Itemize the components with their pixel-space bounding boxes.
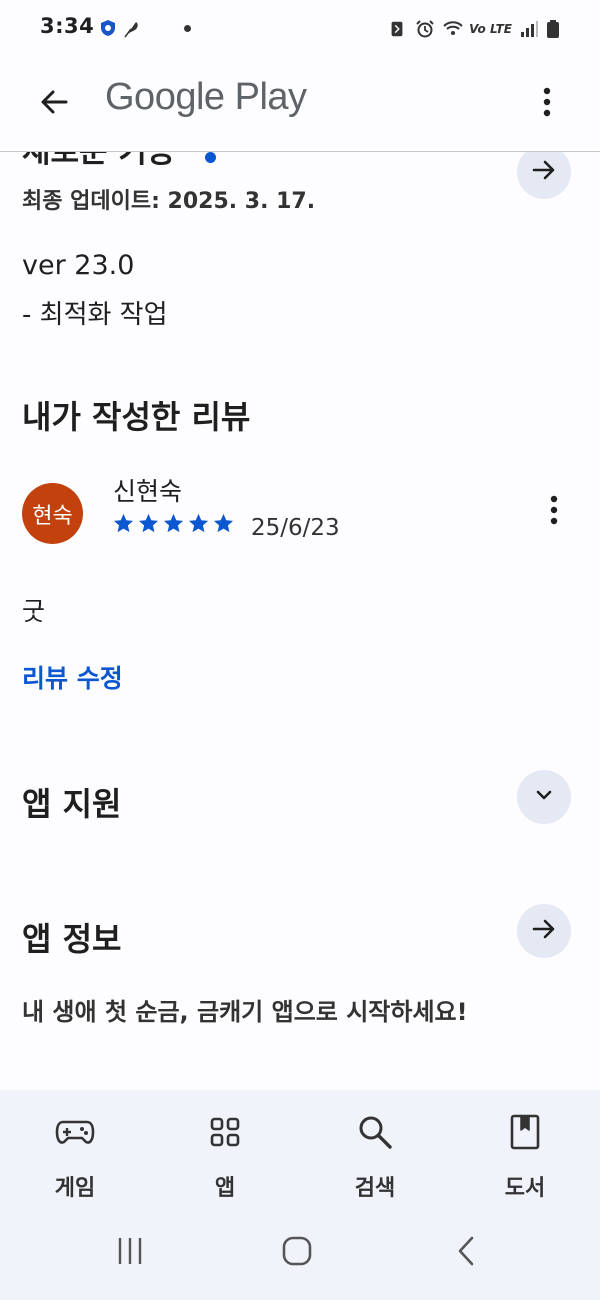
notification-dot — [184, 25, 191, 32]
star-rating — [112, 512, 235, 539]
network-label: Vo LTE — [469, 22, 512, 36]
last-updated: 최종 업데이트: 2025. 3. 17. — [22, 189, 316, 214]
more-vert-icon — [542, 86, 552, 122]
shield-icon — [98, 18, 118, 38]
more-options-button[interactable] — [524, 78, 570, 130]
wifi-icon — [442, 19, 463, 39]
more-vert-icon — [549, 494, 559, 530]
chevron-down-icon — [532, 783, 556, 811]
app-details-content: 새로운 기능 최종 업데이트: 2025. 3. 17. ver 23.0 - … — [0, 152, 600, 1090]
nav-item-books[interactable]: 도서 — [450, 1090, 600, 1210]
nav-item-search[interactable]: 검색 — [300, 1090, 450, 1210]
app-support-expand-button[interactable] — [517, 770, 571, 824]
nfc-icon — [388, 19, 408, 39]
whats-new-arrow-button[interactable] — [517, 152, 571, 199]
book-icon — [505, 1112, 545, 1152]
app-title: Google Play — [105, 76, 307, 118]
status-time: 3:34 — [40, 14, 95, 38]
arrow-right-icon — [530, 915, 558, 947]
app-support-heading: 앱 지원 — [22, 785, 122, 823]
arrow-left-icon — [38, 86, 70, 122]
my-review-heading: 내가 작성한 리뷰 — [22, 398, 251, 436]
star-icon — [112, 512, 135, 539]
star-icon — [137, 512, 160, 539]
alarm-icon — [415, 19, 435, 39]
star-icon — [162, 512, 185, 539]
arrow-right-icon — [530, 156, 558, 188]
gamepad-icon — [55, 1112, 95, 1152]
nav-label-search: 검색 — [354, 1176, 396, 1201]
chevron-left-icon — [456, 1235, 476, 1271]
nav-label-books: 도서 — [504, 1176, 546, 1201]
apps-grid-icon — [205, 1112, 245, 1152]
app-description: 내 생애 첫 순금, 금캐기 앱으로 시작하세요! — [22, 998, 468, 1026]
review-body: 굿 — [22, 597, 46, 626]
nav-item-apps[interactable]: 앱 — [150, 1090, 300, 1210]
search-icon — [355, 1112, 395, 1152]
app-bar: Google Play — [0, 58, 600, 152]
edit-review-link[interactable]: 리뷰 수정 — [22, 659, 123, 695]
nav-label-apps: 앱 — [214, 1176, 236, 1201]
status-right-icons: Vo LTE — [388, 16, 566, 42]
reviewer-name: 신현숙 — [113, 477, 183, 506]
nav-label-games: 게임 — [54, 1176, 96, 1201]
back-button[interactable] — [28, 78, 80, 130]
change-note: - 최적화 작업 — [22, 300, 168, 330]
system-navigation-bar — [0, 1210, 600, 1300]
bottom-navigation: 게임 앱 검색 도서 — [0, 1090, 600, 1210]
feather-icon — [122, 18, 142, 38]
about-app-heading: 앱 정보 — [22, 920, 122, 958]
whats-new-title: 새로운 기능 — [22, 152, 176, 170]
review-more-button[interactable] — [536, 489, 572, 535]
star-icon — [187, 512, 210, 539]
status-bar: 3:34 Vo LTE — [0, 0, 600, 58]
battery-icon — [546, 19, 566, 39]
home-icon — [281, 1235, 313, 1271]
new-indicator-dot — [205, 152, 216, 163]
home-button[interactable] — [267, 1228, 327, 1278]
review-date: 25/6/23 — [251, 515, 340, 541]
about-app-arrow-button[interactable] — [517, 904, 571, 958]
recent-apps-button[interactable] — [100, 1228, 160, 1278]
nav-item-games[interactable]: 게임 — [0, 1090, 150, 1210]
recent-apps-icon — [115, 1236, 145, 1270]
signal-icon — [519, 19, 539, 39]
back-system-button[interactable] — [436, 1228, 496, 1278]
star-icon — [212, 512, 235, 539]
avatar: 현숙 — [22, 483, 83, 544]
version-text: ver 23.0 — [22, 250, 135, 281]
